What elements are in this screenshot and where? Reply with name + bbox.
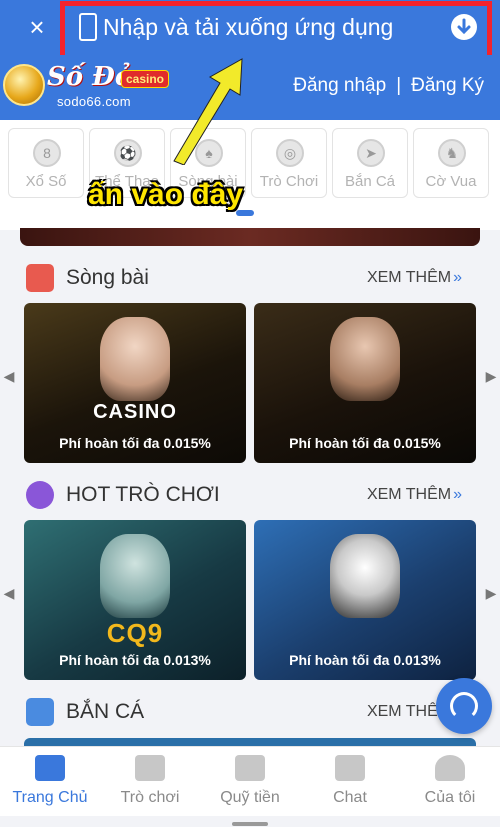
nav-chat[interactable]: Chat — [300, 755, 400, 815]
register-link[interactable]: Đăng Ký — [411, 75, 484, 97]
chevron-right-icon: » — [453, 486, 462, 503]
rebate-caption: Phí hoàn tối đa 0.013% — [289, 652, 441, 668]
playing-cards-icon — [26, 264, 54, 292]
category-fishing[interactable]: ➤ Bắn Cá — [332, 128, 408, 198]
logo-name: Số Đỏ — [47, 62, 133, 92]
carousel-prev-icon[interactable]: ◀ — [2, 585, 16, 602]
category-label: Bắn Cá — [344, 173, 396, 190]
roulette-icon: ◎ — [276, 139, 304, 167]
nav-label: Chat — [333, 789, 367, 806]
see-more-link[interactable]: XEM THÊM» — [367, 269, 462, 287]
soccer-ball-icon: ⚽ — [114, 139, 142, 167]
nav-account[interactable]: Của tôi — [400, 755, 500, 815]
close-banner-button[interactable]: × — [22, 12, 52, 42]
lottery-ball-icon: 8 — [33, 139, 61, 167]
annotation-arrow-icon — [173, 58, 243, 165]
dealer-image — [100, 317, 170, 401]
download-app-label: Nhập và tải xuống ứng dụng — [103, 14, 394, 40]
section-title: HOT TRÒ CHƠI — [66, 483, 220, 506]
logo-coin-icon — [3, 64, 45, 106]
home-icon — [35, 755, 65, 781]
category-label: Trò Chơi — [259, 173, 319, 190]
section-header-casino: Sòng bài XEM THÊM» — [0, 258, 500, 298]
dealer-image — [330, 317, 400, 401]
see-more-link[interactable]: XEM THÊM» — [367, 486, 462, 504]
nav-label: Trang Chủ — [12, 789, 88, 806]
nav-label: Quỹ tiền — [220, 789, 280, 806]
game-card[interactable]: CASINO Phí hoàn tối đa 0.015% — [24, 303, 246, 463]
site-header: Số Đỏ casino sodo66.com Đăng nhập | Đăng K… — [0, 55, 500, 120]
rebate-caption: Phí hoàn tối đa 0.015% — [289, 435, 441, 451]
carousel-next-icon[interactable]: ▶ — [484, 585, 498, 602]
game-art-image — [100, 534, 170, 618]
banner-image-edge — [20, 228, 480, 246]
carousel-prev-icon[interactable]: ◀ — [2, 368, 16, 385]
gamepad-icon — [135, 755, 165, 781]
chevron-right-icon: » — [453, 269, 462, 286]
rebate-caption: Phí hoàn tối đa 0.015% — [59, 435, 211, 451]
chess-knight-icon: ♞ — [438, 139, 466, 167]
chat-icon — [335, 755, 365, 781]
fishing-card-edge — [24, 738, 476, 746]
nav-label: Trò chơi — [120, 789, 180, 806]
nav-funds[interactable]: Quỹ tiền — [200, 755, 300, 815]
game-card[interactable]: Phí hoàn tối đa 0.015% — [254, 303, 476, 463]
game-card[interactable]: CQ9 Phí hoàn tối đa 0.013% — [24, 520, 246, 680]
category-label: Cờ Vua — [425, 173, 477, 190]
section-title: BẮN CÁ — [66, 700, 145, 723]
section-header-fishing: BẮN CÁ XEM THÊM» — [0, 692, 500, 732]
category-lottery[interactable]: 8 Xổ Số — [8, 128, 84, 198]
rebate-caption: Phí hoàn tối đa 0.013% — [59, 652, 211, 668]
category-chess[interactable]: ♞ Cờ Vua — [413, 128, 489, 198]
fish-icon — [26, 698, 54, 726]
category-label: Xổ Số — [25, 173, 67, 190]
support-chat-button[interactable] — [436, 678, 492, 734]
nav-label: Của tôi — [424, 789, 476, 806]
fish-icon: ➤ — [357, 139, 385, 167]
login-link[interactable]: Đăng nhập — [293, 75, 386, 97]
user-icon — [435, 755, 465, 781]
auth-links: Đăng nhập | Đăng Ký — [293, 75, 484, 97]
annotation-text: ấn vào đây — [88, 178, 244, 211]
provider-logo: CQ9 — [106, 618, 164, 648]
phone-icon — [79, 13, 97, 41]
game-card[interactable]: Phí hoàn tối đa 0.013% — [254, 520, 476, 680]
download-banner: × Nhập và tải xuống ứng dụng — [0, 0, 500, 65]
logo-badge: casino — [121, 70, 170, 88]
bottom-nav: Trang Chủ Trò chơi Quỹ tiền Chat Của tôi — [0, 746, 500, 816]
joystick-icon — [26, 481, 54, 509]
category-games[interactable]: ◎ Trò Chơi — [251, 128, 327, 198]
game-art-image — [330, 534, 400, 618]
section-title: Sòng bài — [66, 266, 149, 289]
nav-games[interactable]: Trò chơi — [100, 755, 200, 815]
see-more-label: XEM THÊM — [366, 269, 452, 286]
see-more-label: XEM THÊM — [366, 486, 452, 503]
auth-separator: | — [396, 75, 402, 96]
category-bar: 8 Xổ Số ⚽ Thể Thao ♠ Sòng bài ◎ Trò Chơi… — [0, 120, 500, 230]
carousel-next-icon[interactable]: ▶ — [484, 368, 498, 385]
logo-url: sodo66.com — [57, 94, 131, 109]
home-indicator — [232, 822, 268, 826]
headset-icon — [450, 692, 478, 720]
section-header-games: HOT TRÒ CHƠI XEM THÊM» — [0, 475, 500, 515]
coins-icon — [235, 755, 265, 781]
nav-home[interactable]: Trang Chủ — [0, 755, 100, 815]
download-arrow-icon — [451, 14, 477, 40]
site-logo[interactable]: Số Đỏ casino sodo66.com — [3, 58, 173, 116]
provider-logo: CASINO — [93, 401, 177, 423]
